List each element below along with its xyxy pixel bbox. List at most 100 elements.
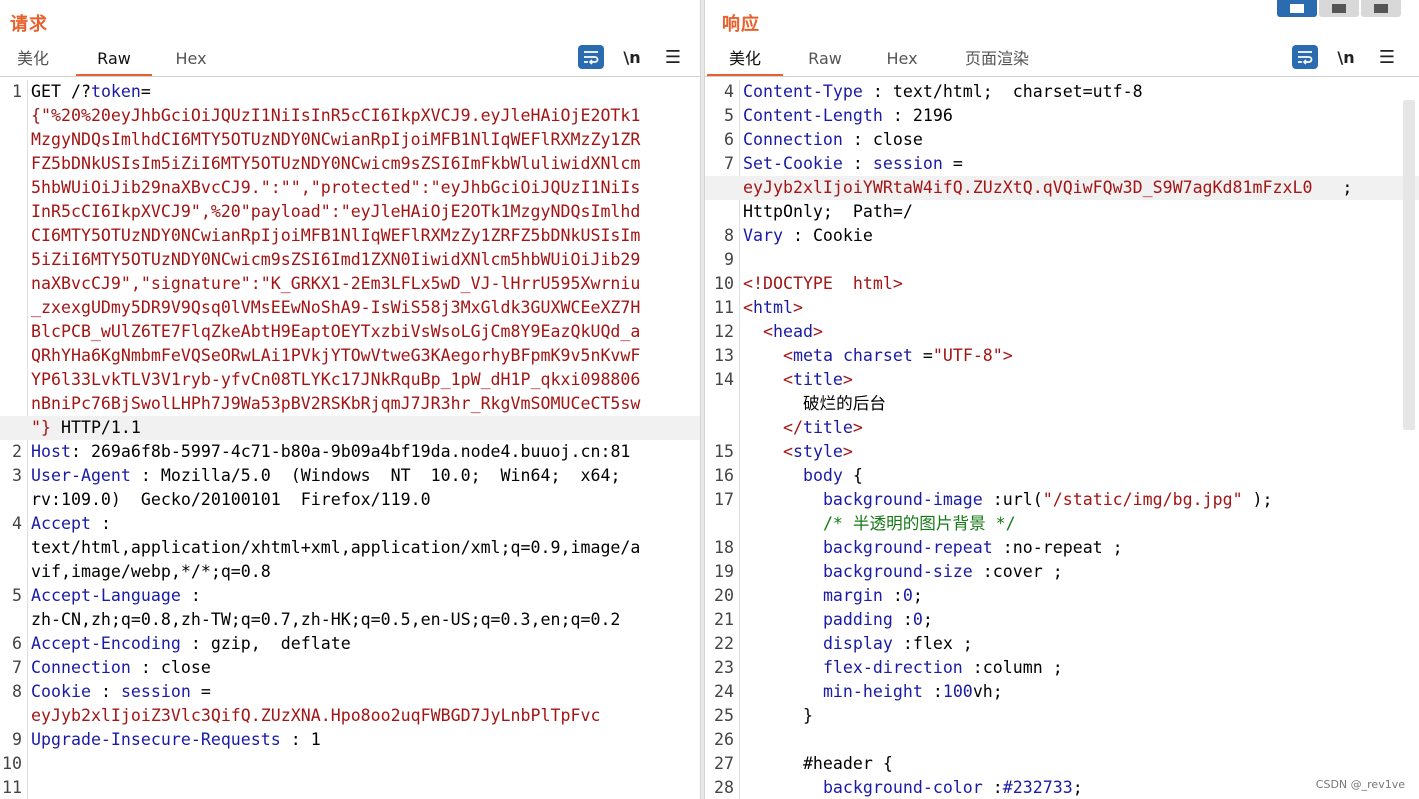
line-number: 18: [714, 538, 734, 557]
code-token: : close: [842, 130, 923, 149]
code-line: 7 Connection : close: [0, 656, 700, 680]
code-line: </title>: [705, 416, 1419, 440]
code-line: 17 background-image :url("/static/img/bg…: [705, 488, 1419, 512]
code-token: background-size: [822, 562, 973, 581]
code-line: 7 Set-Cookie : session =: [705, 152, 1419, 176]
code-token: :: [90, 514, 111, 533]
layout-tabbed-icon[interactable]: [1361, 0, 1401, 17]
code-token: "/static/img/bg.jpg": [1042, 490, 1243, 509]
code-line: 5hbWUiOiJib29naXBvcCJ9.":"","protected":…: [0, 176, 700, 200]
code-line: 6 Connection : close: [705, 128, 1419, 152]
code-token: Accept-Encoding: [31, 634, 181, 653]
wrap-icon[interactable]: [578, 45, 604, 69]
request-toolbar: \n ☰: [578, 45, 686, 69]
layout-switcher: [1277, 0, 1403, 17]
code-line: 28 background-color :#232733;: [705, 776, 1419, 799]
request-tab-raw[interactable]: Raw: [76, 44, 152, 77]
line-number: 27: [714, 754, 734, 773]
response-tab-render[interactable]: 页面渲染: [937, 44, 1057, 77]
menu-icon[interactable]: ☰: [1374, 45, 1400, 69]
response-tabs: 美化 Raw Hex 页面渲染: [707, 44, 1057, 77]
line-number: 4: [724, 82, 734, 101]
line-number: 6: [12, 634, 22, 653]
line-number: 11: [2, 778, 22, 797]
code-line: 11 <html>: [705, 296, 1419, 320]
code-line: _zxexgUDmy5DR9V9Qsq0lVMsEEwNoShA9-IsWiS5…: [0, 296, 700, 320]
code-token: : text/html; charset=utf-8: [862, 82, 1143, 101]
newline-icon[interactable]: \n: [1333, 45, 1359, 69]
code-line: 4 Accept :: [0, 512, 700, 536]
code-token: : 1: [280, 730, 321, 749]
response-tab-hex[interactable]: Hex: [867, 44, 937, 77]
code-token: eyJyb2xlIjoiZ3Vlc3QifQ.ZUzXNA.Hpo8oo2uqF…: [31, 706, 601, 725]
code-token: HttpOnly; Path=/: [743, 202, 913, 221]
code-token: "}: [31, 418, 51, 437]
menu-icon[interactable]: ☰: [660, 45, 686, 69]
code-token: =: [190, 682, 211, 701]
code-token: : Cookie: [782, 226, 873, 245]
layout-side-by-side-icon[interactable]: [1277, 0, 1317, 17]
line-number: 19: [714, 562, 734, 581]
code-token: margin: [822, 586, 883, 605]
code-line: nBniPc76BjSwolLHPh7J9Wa53pBV2RSKbRjqmJ7J…: [0, 392, 700, 416]
code-token: : gzip, deflate: [180, 634, 351, 653]
code-token: :: [882, 586, 903, 605]
code-token: >: [842, 370, 853, 389]
code-token: :: [90, 682, 121, 701]
code-line: InR5cCI6IkpXVCJ9",%20"payload":"eyJleHAi…: [0, 200, 700, 224]
code-token: <: [782, 442, 793, 461]
request-tab-pretty[interactable]: 美化: [0, 44, 76, 77]
response-tab-pretty[interactable]: 美化: [707, 44, 783, 77]
code-token: Content-Type: [743, 82, 863, 101]
line-number: 2: [12, 442, 22, 461]
line-number: 8: [12, 682, 22, 701]
code-line: 19 background-size :cover ;: [705, 560, 1419, 584]
wrap-icon[interactable]: [1292, 45, 1318, 69]
code-token: Connection: [31, 658, 131, 677]
code-token: :: [922, 682, 943, 701]
response-panel: 响应 美化 Raw Hex 页面渲染 \n ☰ 4 Content-Type : …: [705, 0, 1419, 799]
line-number: 5: [724, 106, 734, 125]
code-token: >: [792, 298, 803, 317]
line-number: 8: [724, 226, 734, 245]
code-token: Accept-Language: [31, 586, 181, 605]
code-token: 破烂的后台: [743, 394, 886, 413]
line-number: 24: [714, 682, 734, 701]
code-token: html: [753, 298, 793, 317]
code-line: 6 Accept-Encoding : gzip, deflate: [0, 632, 700, 656]
code-token: style: [792, 442, 843, 461]
code-token: =: [942, 154, 963, 173]
line-number: 22: [714, 634, 734, 653]
code-token: =: [912, 346, 933, 365]
line-number: 10: [2, 754, 22, 773]
code-token: rv:109.0) Gecko/20100101 Firefox/119.0: [31, 490, 431, 509]
response-editor[interactable]: 4 Content-Type : text/html; charset=utf-8…: [705, 80, 1419, 799]
code-token: 0: [902, 586, 913, 605]
layout-stacked-icon[interactable]: [1319, 0, 1359, 17]
code-token: Host: [31, 442, 71, 461]
newline-icon[interactable]: \n: [619, 45, 645, 69]
line-number: 14: [714, 370, 734, 389]
code-token: :column ;: [962, 658, 1063, 677]
code-line: 20 margin :0;: [705, 584, 1419, 608]
code-token: charset: [842, 346, 913, 365]
code-token: ;: [1072, 778, 1083, 797]
request-tab-hex[interactable]: Hex: [152, 44, 230, 77]
code-token: FZ5bDNkUSIsIm5iZiI6MTY5OTUzNDY0NCwicm9sZ…: [31, 154, 641, 173]
response-scrollbar[interactable]: [1403, 100, 1415, 430]
response-tab-raw[interactable]: Raw: [783, 44, 867, 77]
code-token: zh-CN,zh;q=0.8,zh-TW;q=0.7,zh-HK;q=0.5,e…: [31, 610, 621, 629]
code-token: {"%20%20eyJhbGciOiJQUzI1NiIsInR5cCI6IkpX…: [31, 106, 641, 125]
line-number: 7: [724, 154, 734, 173]
code-token: title: [802, 418, 853, 437]
code-token: User-Agent: [31, 466, 131, 485]
request-editor[interactable]: 1 GET /?token= {"%20%20eyJhbGciOiJQUzI1NiI…: [0, 80, 700, 799]
